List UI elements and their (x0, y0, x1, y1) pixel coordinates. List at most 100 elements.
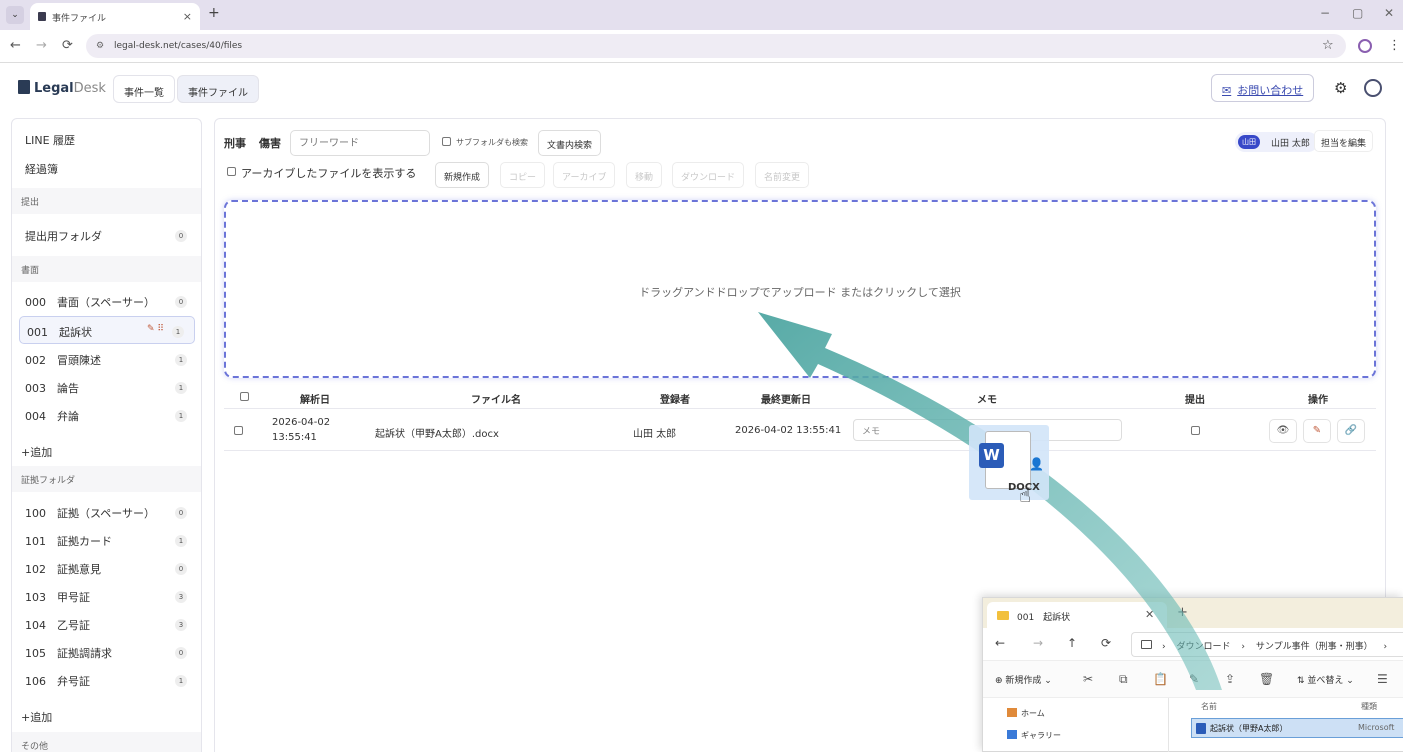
show-archived-label: アーカイブしたファイルを表示する (241, 167, 417, 180)
url-field[interactable]: ⚙ legal-desk.net/cases/40/files (86, 34, 1346, 58)
user-avatar-icon[interactable] (1364, 79, 1382, 97)
nav-gallery[interactable]: ギャラリー (1007, 730, 1061, 741)
move-button[interactable]: 移動 (626, 162, 663, 188)
sidebar-item-103[interactable]: 103 甲号証 3 (12, 582, 201, 610)
sidebar-item-100[interactable]: 100 証拠（スペーサー） 0 (12, 498, 201, 526)
browser-menu-icon[interactable]: ⋮ (1388, 38, 1401, 53)
add-evidence-folder-button[interactable]: +追加 (21, 709, 52, 725)
sidebar-item-000[interactable]: 000 書面（スペーサー） 0 (12, 287, 201, 315)
explorer-forward-icon[interactable]: → (1033, 636, 1043, 650)
row-updated: 2026-04-02 13:55:41 (735, 425, 842, 436)
view-lines-icon[interactable]: ☰ (1377, 672, 1388, 686)
minimize-icon[interactable]: − (1320, 6, 1330, 20)
col-header-name[interactable]: 名前 (1201, 701, 1217, 712)
row-filename-link[interactable]: 起訴状（甲野A太郎）.docx (375, 425, 499, 440)
contact-button[interactable]: ✉ お問い合わせ (1211, 74, 1315, 102)
breadcrumb-downloads[interactable]: ダウンロード (1176, 642, 1230, 652)
delete-icon[interactable]: 🗑 (1259, 672, 1274, 686)
back-icon[interactable]: ← (10, 38, 21, 53)
col-header-updated[interactable]: 最終更新日 (761, 391, 811, 406)
browser-tab[interactable]: 事件ファイル × (30, 3, 200, 30)
home-icon (1007, 708, 1017, 717)
sidebar-item-105[interactable]: 105 証拠調請求 0 (12, 638, 201, 666)
paste-icon[interactable]: 📋 (1153, 672, 1168, 686)
tab-search-menu-button[interactable]: ⌄ (6, 6, 24, 24)
sidebar-item-004[interactable]: 004 弁論 1 (12, 401, 201, 429)
rename-icon[interactable]: ✎ (1189, 672, 1199, 686)
sidebar-item-submission-folder[interactable]: 提出用フォルダ 0 (12, 221, 201, 249)
close-tab-icon[interactable]: × (183, 10, 192, 23)
sidebar-item-101[interactable]: 101 証拠カード 1 (12, 526, 201, 554)
count-badge: 0 (175, 296, 187, 308)
nav-case-list-button[interactable]: 事件一覧 (113, 75, 175, 103)
row-checkbox[interactable] (234, 426, 243, 435)
new-tab-button[interactable]: + (208, 5, 220, 21)
settings-gear-icon[interactable]: ⚙ (1334, 79, 1347, 97)
close-window-icon[interactable]: ✕ (1384, 6, 1394, 20)
col-header-registrant[interactable]: 登録者 (660, 391, 690, 406)
explorer-tab-title: 001 起訴状 (1017, 613, 1071, 623)
sidebar-item-001-indictment[interactable]: 001 起訴状 ✎ ⠿ 1 (19, 316, 195, 344)
col-header-kind[interactable]: 種類 (1361, 701, 1377, 712)
explorer-back-icon[interactable]: ← (995, 636, 1005, 650)
explorer-file-row[interactable]: 起訴状（甲野A太郎） Microsoft (1191, 718, 1403, 738)
cut-icon[interactable]: ✂ (1083, 672, 1093, 686)
reload-icon[interactable]: ⟳ (62, 38, 73, 53)
upload-dropzone[interactable]: ドラッグアンドドロップでアップロード またはクリックして選択 (224, 200, 1376, 378)
col-header-filename[interactable]: ファイル名 (471, 391, 521, 406)
add-document-folder-button[interactable]: +追加 (21, 444, 52, 460)
count-badge: 0 (175, 507, 187, 519)
section-header-other: その他 (12, 732, 201, 752)
explorer-refresh-icon[interactable]: ⟳ (1101, 636, 1111, 650)
free-word-search-input[interactable] (290, 130, 430, 156)
select-all-checkbox[interactable] (240, 392, 249, 401)
subfolder-search-checkbox[interactable] (442, 137, 451, 146)
sidebar-item-104[interactable]: 104 乙号証 3 (12, 610, 201, 638)
sidebar-item-progress-log[interactable]: 経過簿 (12, 154, 201, 182)
sidebar-item-label: 104 乙号証 (25, 619, 90, 632)
share-icon[interactable]: ⇪ (1225, 672, 1235, 686)
edit-drag-icons[interactable]: ✎ ⠿ (147, 324, 164, 334)
explorer-close-tab-icon[interactable]: ✕ (1145, 608, 1154, 621)
sidebar-item-label: 003 論告 (25, 382, 79, 395)
explorer-new-button[interactable]: ⊕ 新規作成 ⌄ (995, 673, 1052, 686)
nav-home[interactable]: ホーム (1007, 708, 1045, 719)
edit-pencil-icon[interactable]: ✎ (1303, 419, 1331, 443)
rename-button[interactable]: 名前変更 (755, 162, 810, 188)
count-badge: 1 (175, 410, 187, 422)
breadcrumb-sample-case[interactable]: サンプル事件（刑事・刑事） (1256, 642, 1373, 652)
sidebar-item-106[interactable]: 106 弁号証 1 (12, 666, 201, 694)
explorer-breadcrumb[interactable]: › ダウンロード › サンプル事件（刑事・刑事） › (1131, 632, 1403, 657)
download-button[interactable]: ダウンロード (672, 162, 745, 188)
col-header-date[interactable]: 解析日 (300, 391, 330, 406)
case-type-label: 刑事 (224, 137, 246, 150)
forward-icon[interactable]: → (36, 38, 47, 53)
edit-assignee-button[interactable]: 担当を編集 (1314, 130, 1374, 152)
fulltext-search-button[interactable]: 文書内検索 (538, 130, 602, 156)
nav-case-files-button[interactable]: 事件ファイル (177, 75, 259, 103)
sort-button[interactable]: ⇅ 並べ替え ⌄ (1297, 673, 1354, 686)
copy-icon[interactable]: ⧉ (1119, 672, 1128, 687)
sidebar-item-003[interactable]: 003 論告 1 (12, 373, 201, 401)
sidebar-item-line-history[interactable]: LINE 履歴 (12, 125, 201, 153)
explorer-tab[interactable]: 001 起訴状 ✕ (987, 602, 1167, 628)
bookmark-star-icon[interactable]: ☆ (1322, 38, 1334, 53)
archive-button[interactable]: アーカイブ (553, 162, 616, 188)
link-icon[interactable]: 🔗 (1337, 419, 1365, 443)
count-badge: 1 (175, 535, 187, 547)
sidebar-item-002[interactable]: 002 冒頭陳述 1 (12, 345, 201, 373)
explorer-up-icon[interactable]: ↑ (1067, 636, 1077, 650)
sidebar-item-102[interactable]: 102 証拠意見 0 (12, 554, 201, 582)
maximize-icon[interactable]: ▢ (1352, 6, 1363, 20)
explorer-new-tab-button[interactable]: + (1177, 605, 1188, 620)
submit-checkbox[interactable] (1191, 426, 1200, 435)
browser-profile-icon[interactable] (1358, 39, 1372, 53)
new-file-button[interactable]: 新規作成 (435, 162, 490, 188)
legal-desk-logo[interactable]: LegalDesk (18, 80, 106, 96)
site-info-icon[interactable]: ⚙ (96, 41, 104, 51)
copy-button[interactable]: コピー (500, 162, 546, 188)
view-eye-icon[interactable]: 👁 (1269, 419, 1297, 443)
show-archived-checkbox[interactable] (227, 167, 236, 176)
section-header-evidence: 証拠フォルダ (12, 466, 201, 492)
row-time: 13:55:41 (272, 432, 317, 443)
